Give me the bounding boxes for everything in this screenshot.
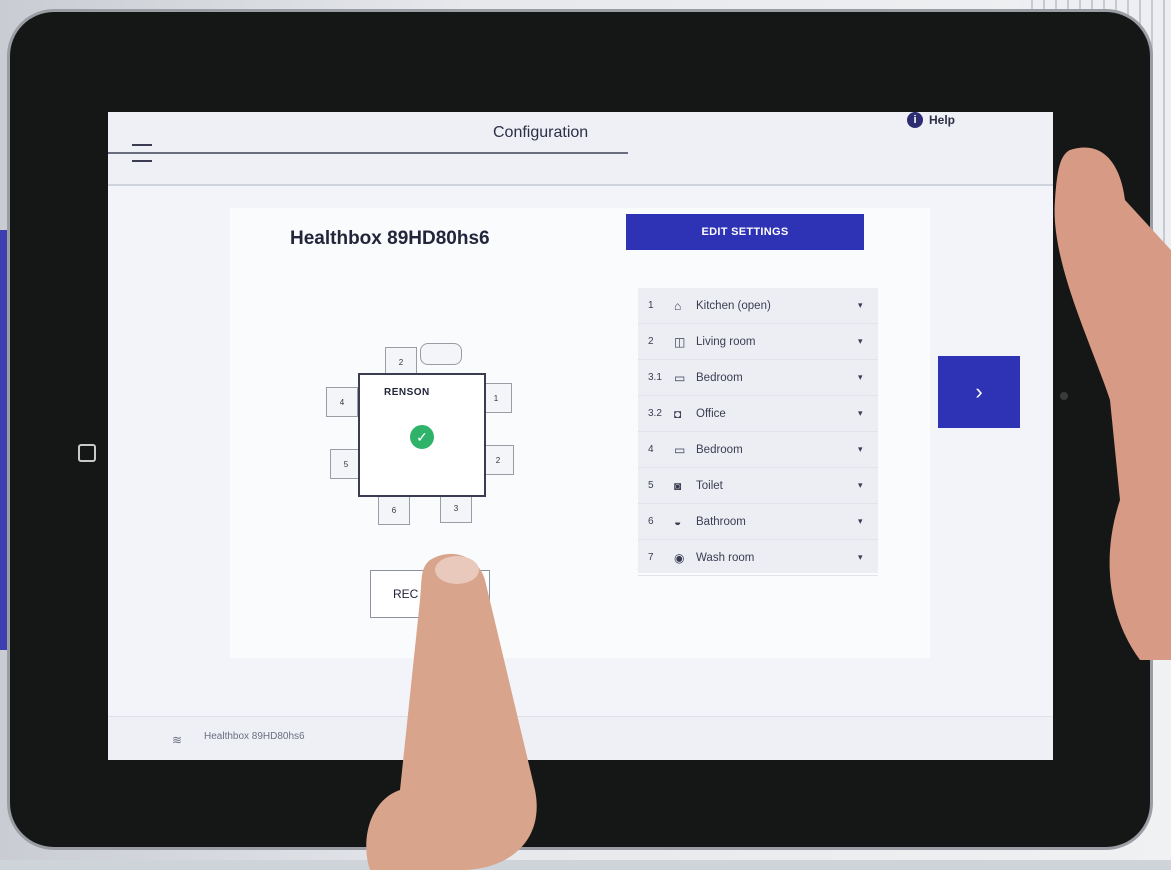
status-footer: ≋ Healthbox 89HD80hs6 <box>108 716 1053 760</box>
help-label: Help <box>928 113 955 127</box>
valve-left-top: 4 <box>326 387 358 417</box>
next-button[interactable]: › <box>938 356 1020 428</box>
caret-down-icon[interactable]: ▾ <box>858 408 878 419</box>
room-label: Bedroom <box>696 443 743 456</box>
room-item[interactable]: 3.1 ▭ Bedroom ▾ <box>638 360 878 396</box>
bed-icon: ▭ <box>674 370 686 385</box>
room-item[interactable]: 7 ◉ Wash room ▾ <box>638 540 878 576</box>
caret-down-icon[interactable]: ▾ <box>858 336 878 347</box>
device-card: Healthbox 89HD80hs6 EDIT SETTINGS 2 4 1 … <box>230 208 930 658</box>
renson-logo: RENSON <box>384 387 430 398</box>
washer-icon: ◉ <box>674 550 685 565</box>
healthbox-unit: RENSON ✓ <box>358 373 486 497</box>
caret-down-icon[interactable]: ▾ <box>858 372 878 383</box>
kitchen-icon: ⌂ <box>674 298 682 313</box>
sofa-icon: ◫ <box>674 334 686 349</box>
room-number: 5 <box>648 480 654 491</box>
room-label: Wash room <box>696 551 755 564</box>
caret-down-icon[interactable]: ▾ <box>858 480 878 491</box>
bed-icon: ▭ <box>674 442 686 457</box>
page-title: Configuration <box>493 124 589 141</box>
room-item[interactable]: 5 ◙ Toilet ▾ <box>638 468 878 504</box>
wifi-icon: ≋ <box>172 733 183 747</box>
room-number: 3.1 <box>648 372 662 383</box>
room-number: 4 <box>648 444 654 455</box>
valve-right-bottom: 2 <box>482 445 514 475</box>
device-name: Healthbox 89HD80hs6 <box>290 228 490 249</box>
room-item[interactable]: 6 ◒ Bathroom ▾ <box>638 504 878 540</box>
room-item[interactable]: 3.2 ◘ Office ▾ <box>638 396 878 432</box>
office-icon: ◘ <box>674 406 682 421</box>
caret-down-icon[interactable]: ▾ <box>858 552 878 563</box>
room-list: 1 ⌂ Kitchen (open) ▾ 2 ◫ Living room ▾ 3… <box>638 288 878 576</box>
valve-bottom-left: 6 <box>378 495 410 525</box>
duct-top <box>420 343 462 365</box>
home-button[interactable] <box>78 444 96 462</box>
bath-icon: ◒ <box>674 514 682 529</box>
pointing-finger <box>366 553 537 870</box>
help-link[interactable]: i Help <box>906 112 955 128</box>
app-screen: Configuration i Help Healthbox 89HD80hs6… <box>108 112 1053 760</box>
header-bar: Configuration i Help <box>108 112 1053 186</box>
info-icon: i <box>906 112 923 128</box>
caret-down-icon[interactable]: ▾ <box>858 444 878 455</box>
room-item[interactable]: 2 ◫ Living room ▾ <box>638 324 878 360</box>
healthbox-diagram: 2 4 1 5 2 6 3 RENSON ✓ <box>320 343 520 543</box>
room-label: Office <box>696 407 726 420</box>
title-underline <box>108 152 628 154</box>
room-label: Kitchen (open) <box>696 299 771 312</box>
room-item[interactable]: 1 ⌂ Kitchen (open) ▾ <box>638 288 878 324</box>
room-label: Living room <box>696 335 756 348</box>
room-number: 2 <box>648 336 654 347</box>
chevron-right-icon: › <box>975 379 983 404</box>
check-icon: ✓ <box>410 425 434 449</box>
room-number: 6 <box>648 516 654 527</box>
room-label: Toilet <box>696 479 723 492</box>
edit-settings-button[interactable]: EDIT SETTINGS <box>626 214 864 250</box>
valve-bottom-right: 3 <box>440 493 472 523</box>
room-item[interactable]: 4 ▭ Bedroom ▾ <box>638 432 878 468</box>
room-label: Bedroom <box>696 371 743 384</box>
room-label: Bathroom <box>696 515 746 528</box>
toilet-icon: ◙ <box>674 478 682 493</box>
caret-down-icon[interactable]: ▾ <box>858 516 878 527</box>
holding-thumb <box>1054 147 1171 660</box>
room-number: 7 <box>648 552 654 563</box>
room-number: 3.2 <box>648 408 662 419</box>
connection-status: Healthbox 89HD80hs6 <box>204 731 305 742</box>
caret-down-icon[interactable]: ▾ <box>858 300 878 311</box>
room-number: 1 <box>648 300 654 311</box>
